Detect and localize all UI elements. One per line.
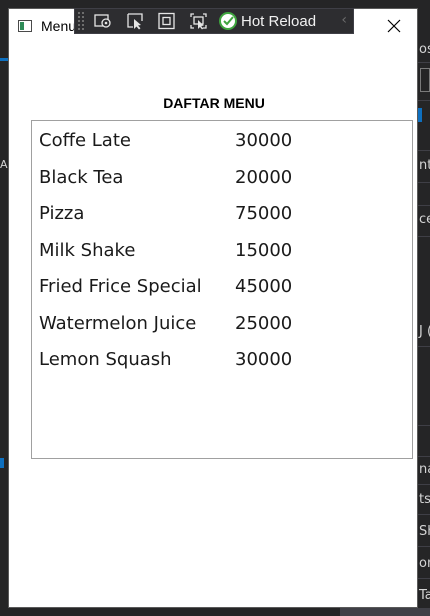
live-visual-tree-icon [94, 14, 111, 28]
bg-fragment: J ( [419, 324, 430, 339]
bg-divider [418, 346, 430, 347]
hot-reload-button[interactable]: Hot Reload [215, 9, 316, 33]
bg-divider [418, 546, 430, 547]
list-item[interactable]: Coffe Late 30000 [39, 130, 399, 160]
bg-divider [418, 484, 430, 485]
display-layout-adorners-button[interactable] [151, 9, 183, 33]
item-name: Black Tea [39, 167, 124, 188]
track-focus-icon [190, 13, 207, 30]
bg-fragment: on [419, 556, 430, 571]
item-price: 25000 [235, 313, 293, 334]
bg-fragment: ts [419, 492, 430, 507]
close-button[interactable] [371, 9, 417, 43]
toolbar-grip[interactable] [75, 9, 87, 33]
bg-left-accent [0, 58, 8, 61]
item-price: 30000 [235, 130, 293, 151]
list-item[interactable]: Watermelon Juice 25000 [39, 313, 399, 343]
list-item[interactable]: Milk Shake 15000 [39, 240, 399, 270]
item-name: Lemon Squash [39, 349, 172, 370]
list-item[interactable]: Pizza 75000 [39, 203, 399, 233]
bg-fragment: os [419, 42, 430, 57]
display-layout-adorners-icon [158, 12, 175, 30]
bg-divider [418, 62, 430, 63]
bg-left-accent [0, 458, 4, 468]
bg-fragment: Ta [419, 588, 430, 603]
item-name: Watermelon Juice [39, 313, 197, 334]
item-name: Coffe Late [39, 130, 131, 151]
item-price: 75000 [235, 203, 293, 224]
app-window: Menu DAFTAR MENU Coffe Late 30000 Black … [8, 8, 418, 608]
page-title: DAFTAR MENU [163, 95, 265, 111]
bg-divider [418, 205, 430, 206]
live-visual-tree-button[interactable] [87, 9, 119, 33]
track-focus-button[interactable] [183, 9, 215, 33]
item-name: Fried Frice Special [39, 276, 202, 297]
bg-panel-edge [420, 68, 430, 92]
xaml-debug-toolbar: Hot Reload ‹ [74, 8, 354, 34]
bg-fragment: nt [419, 158, 430, 173]
bg-fragment: ce [419, 212, 430, 227]
select-element-icon [127, 13, 143, 30]
close-icon [387, 19, 401, 33]
bg-divider [418, 236, 430, 237]
item-name: Milk Shake [39, 240, 136, 261]
bg-divider [418, 456, 430, 457]
item-price: 30000 [235, 349, 293, 370]
bg-fragment: na [419, 462, 430, 477]
window-title: Menu [41, 18, 77, 34]
item-name: Pizza [39, 203, 85, 224]
collapse-toolbar-button[interactable]: ‹ [341, 12, 347, 28]
bg-divider [418, 100, 430, 101]
item-price: 15000 [235, 240, 293, 261]
list-item[interactable]: Black Tea 20000 [39, 167, 399, 197]
item-price: 20000 [235, 167, 293, 188]
hot-reload-icon [219, 12, 237, 30]
list-item[interactable]: Lemon Squash 30000 [39, 349, 399, 379]
bg-divider [418, 425, 430, 426]
hot-reload-label: Hot Reload [241, 12, 317, 30]
bg-divider [418, 150, 430, 151]
bg-divider [418, 514, 430, 515]
bg-fragment: A [0, 158, 8, 171]
bg-fragment: Sh [419, 524, 430, 539]
select-element-button[interactable] [119, 9, 151, 33]
bg-divider [418, 578, 430, 579]
app-window-icon [18, 20, 32, 32]
bg-divider [418, 182, 430, 183]
bg-bottom-strip [340, 608, 430, 616]
item-price: 45000 [235, 276, 293, 297]
menu-list[interactable]: Coffe Late 30000 Black Tea 20000 Pizza 7… [31, 120, 413, 459]
list-item[interactable]: Fried Frice Special 45000 [39, 276, 399, 306]
